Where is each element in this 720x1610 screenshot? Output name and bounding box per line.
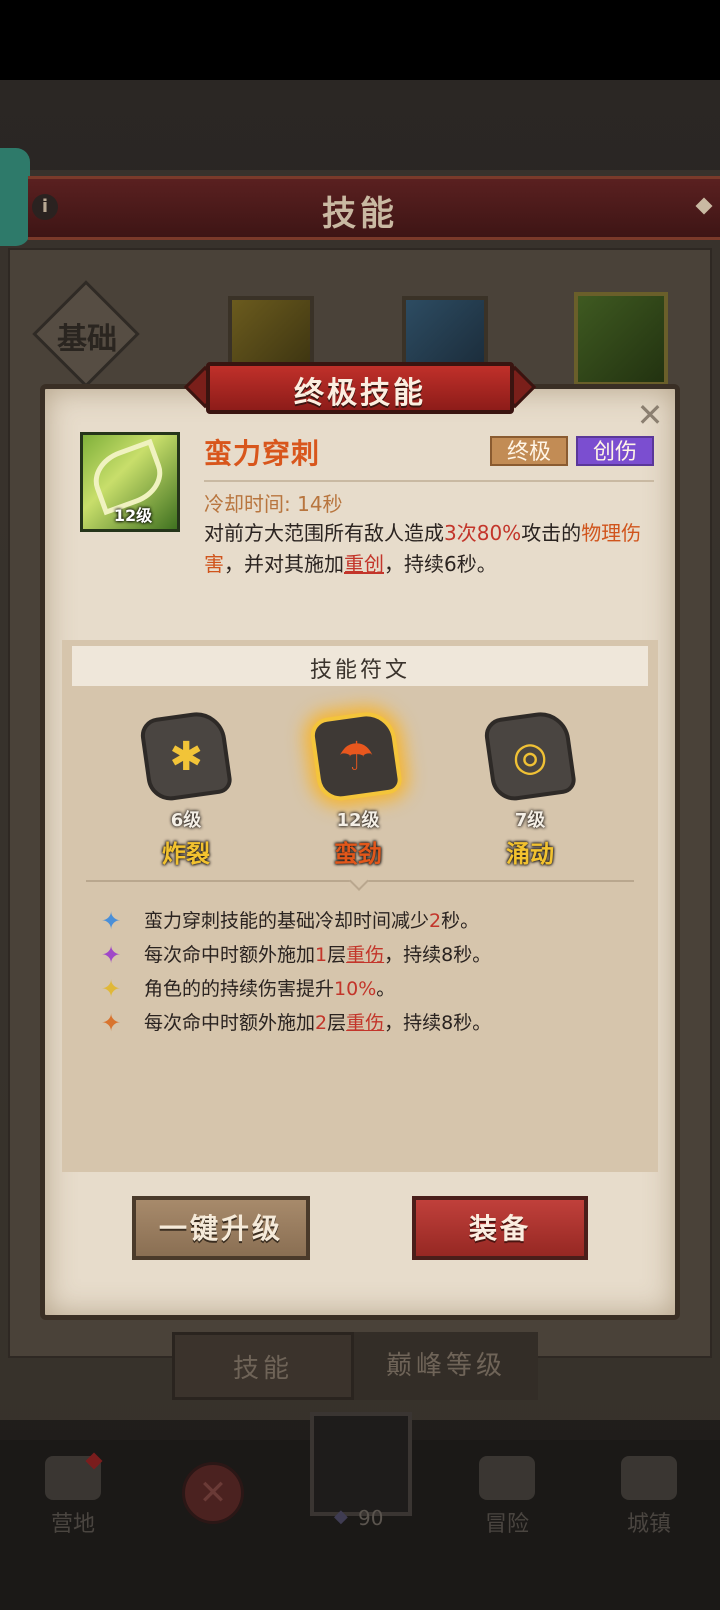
basic-skill-label: 基础: [57, 322, 117, 357]
skill-window-tabs: 技能 巅峰等级: [172, 1332, 538, 1400]
skill-name: 蛮力穿刺: [204, 437, 321, 470]
effect-text: 每次命中时额外施加2层重伤，持续8秒。: [144, 1012, 492, 1034]
cooldown-text: 冷却时间: 14秒: [204, 492, 343, 516]
equip-button[interactable]: 装备: [412, 1196, 588, 1260]
map-icon: [479, 1456, 535, 1500]
nav-center-portal[interactable]: [310, 1412, 412, 1516]
rune-name: 涌动: [506, 840, 554, 868]
tag-ultimate: 终极: [490, 436, 568, 466]
nav-close-button[interactable]: ✕: [182, 1462, 244, 1524]
tab-skills[interactable]: 技能: [172, 1332, 354, 1400]
effect-text: 角色的的持续伤害提升10%。: [144, 978, 396, 1000]
divider: [204, 480, 654, 482]
tag-trauma: 创伤: [576, 436, 654, 466]
nav-adventure-label: 冒险: [484, 1512, 529, 1537]
info-icon[interactable]: i: [32, 194, 58, 220]
rune-name: 炸裂: [162, 840, 210, 868]
close-button[interactable]: ✕: [634, 399, 666, 432]
blood-drop-icon: ☂: [338, 733, 375, 780]
rune-name-selected: 蛮劲: [334, 840, 382, 868]
effect-row: ✦ 每次命中时额外施加2层重伤，持续8秒。: [100, 1008, 640, 1038]
debuff-link[interactable]: 重伤: [346, 944, 384, 966]
effect-row: ✦ 蛮力穿刺技能的基础冷却时间减少2秒。: [100, 906, 640, 936]
gem-icon: ◆: [334, 1506, 348, 1527]
skill-level: 12级: [113, 506, 153, 525]
orange-star-icon: ✦: [100, 1009, 122, 1037]
status-bar: [0, 0, 720, 80]
skill-window-title: 技能: [322, 194, 398, 234]
effect-row: ✦ 每次命中时额外施加1层重伤，持续8秒。: [100, 940, 640, 970]
rune-surge[interactable]: ◎: [482, 708, 578, 804]
desc-percent: 80%: [476, 521, 522, 545]
popup-title: 终极技能: [294, 376, 426, 411]
swirl-icon: ◎: [512, 733, 548, 780]
rune-section-title: 技能符文: [309, 658, 410, 683]
desc-text: ，并对其施加: [224, 552, 344, 576]
skill-description: 对前方大范围所有敌人造成3次80%攻击的物理伤害，并对其施加重创，持续6秒。: [204, 518, 654, 580]
effect-row: ✦ 角色的的持续伤害提升10%。: [100, 974, 640, 1004]
desc-text: ，持续6秒。: [384, 552, 497, 576]
gold-star-icon: ✦: [100, 975, 122, 1003]
splat-icon: ✱: [169, 733, 203, 780]
nav-town[interactable]: 城镇: [594, 1456, 704, 1538]
skill-slot-ultimate[interactable]: [574, 292, 668, 386]
nav-camp-label: 营地: [50, 1512, 95, 1537]
nav-camp[interactable]: 营地: [18, 1456, 128, 1538]
effect-text: 蛮力穿刺技能的基础冷却时间减少2秒。: [144, 910, 480, 932]
rune-burst[interactable]: ✱: [138, 708, 234, 804]
purple-star-icon: ✦: [100, 941, 122, 969]
rune-level: 12级: [336, 810, 380, 831]
tab-peak-level[interactable]: 巅峰等级: [354, 1332, 538, 1400]
rune-level: 6级: [170, 810, 202, 831]
desc-hit-count: 3次: [444, 521, 477, 545]
effect-text: 每次命中时额外施加1层重伤，持续8秒。: [144, 944, 492, 966]
nav-town-label: 城镇: [626, 1512, 671, 1537]
popup-banner: 终极技能: [182, 358, 538, 418]
castle-icon: [621, 1456, 677, 1500]
blue-star-icon: ✦: [100, 907, 122, 935]
debuff-link[interactable]: 重伤: [346, 1012, 384, 1034]
gem-count: 90: [358, 1506, 384, 1530]
desc-text: 对前方大范围所有敌人造成: [204, 521, 444, 545]
rune-brute-force[interactable]: ☂: [308, 708, 404, 804]
one-click-upgrade-button[interactable]: 一键升级: [132, 1196, 310, 1260]
rune-level: 7级: [514, 810, 546, 831]
debuff-link[interactable]: 重创: [344, 552, 384, 576]
desc-text: 攻击的: [521, 521, 582, 545]
nav-adventure[interactable]: 冒险: [452, 1456, 562, 1538]
